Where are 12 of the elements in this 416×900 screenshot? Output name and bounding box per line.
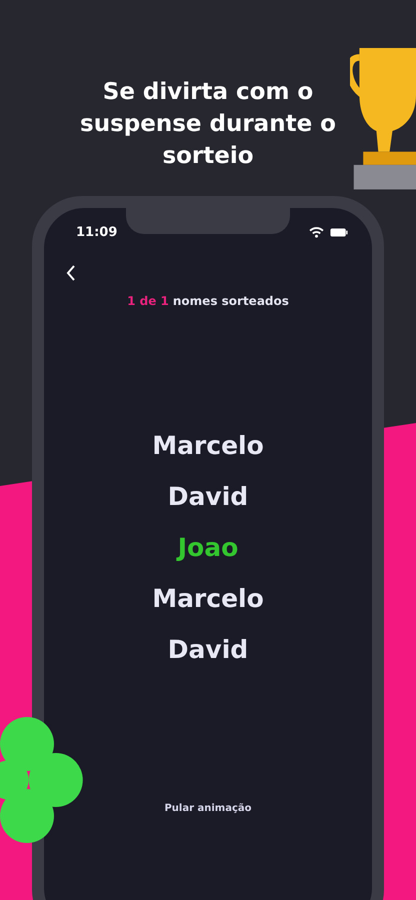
drawn-name: Marcelo — [152, 583, 264, 615]
battery-icon — [330, 228, 348, 236]
drawn-name: David — [168, 481, 248, 513]
headline: Se divirta com o suspense durante o sorteio — [79, 78, 337, 171]
wifi-icon — [309, 226, 324, 238]
drawn-count: 1 de 1 — [127, 294, 169, 308]
status-time: 11:09 — [76, 224, 118, 240]
drawn-name: Joao — [178, 532, 238, 564]
drawn-name: David — [168, 634, 248, 666]
drawn-name: Marcelo — [152, 430, 264, 462]
counter-label: nomes sorteados — [172, 294, 289, 308]
skip-animation-link[interactable]: Pular animação — [160, 801, 256, 816]
